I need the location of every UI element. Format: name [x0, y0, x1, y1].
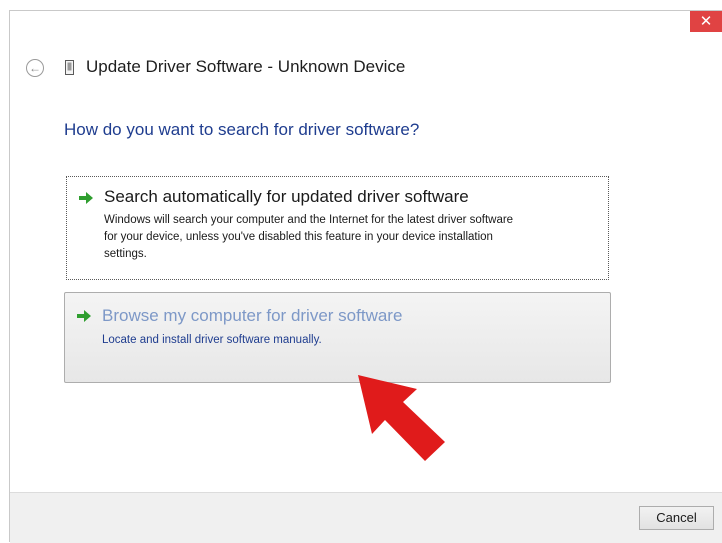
option-title: Search automatically for updated driver … [104, 187, 469, 207]
device-icon [65, 60, 74, 75]
cancel-button[interactable]: Cancel [639, 506, 714, 530]
option-description: Locate and install driver software manua… [102, 332, 322, 349]
option-title: Browse my computer for driver software [102, 306, 402, 326]
back-arrow-icon: ← [29, 61, 41, 75]
option-description-line: Locate and install driver software manua… [102, 334, 322, 346]
browse-computer-option[interactable]: Browse my computer for driver software L… [64, 292, 611, 383]
back-button[interactable]: ← [26, 59, 44, 77]
close-icon: ✕ [699, 13, 713, 30]
dialog-header: ← Update Driver Software - Unknown Devic… [10, 47, 722, 87]
green-arrow-icon [77, 310, 91, 322]
green-arrow-icon [79, 192, 93, 204]
option-title-text: Search automatically for updated driver … [104, 187, 469, 206]
dialog-footer: Cancel [10, 492, 722, 543]
page-heading: How do you want to search for driver sof… [64, 120, 420, 139]
option-title-text: Browse my computer for driver software [102, 306, 403, 325]
search-automatically-option[interactable]: Search automatically for updated driver … [66, 176, 609, 280]
option-description-line: settings. [104, 248, 147, 260]
red-pointer-arrow-icon [358, 375, 445, 461]
close-button[interactable]: ✕ [690, 11, 722, 32]
dialog-title: Update Driver Software - Unknown Device [86, 57, 406, 76]
option-description-line: Windows will search your computer and th… [104, 214, 514, 226]
option-description: Windows will search your computer and th… [104, 212, 513, 263]
option-description-line: for your device, unless you've disabled … [104, 231, 493, 243]
